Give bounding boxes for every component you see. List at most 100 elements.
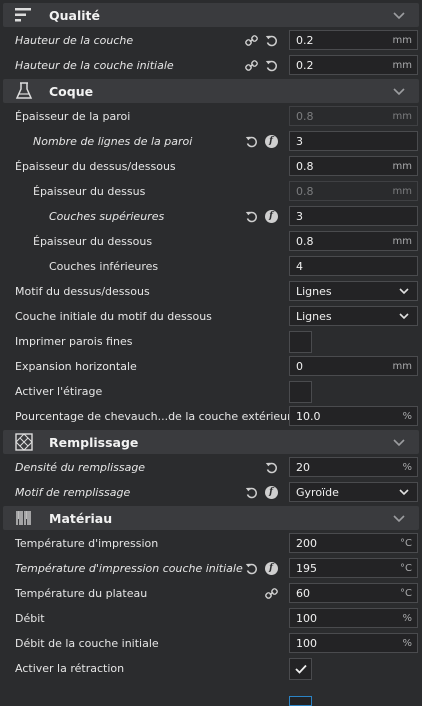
wall-line-count-input[interactable]: 3 [289,131,418,151]
chevron-down-icon[interactable] [391,434,407,450]
field-unit: °C [400,562,412,574]
setting-row-expansion-horizontale: Expansion horizontale 0 mm [0,354,422,379]
function-glyph: f [264,485,278,499]
chevron-down-icon [399,489,409,496]
function-icon[interactable]: f [264,561,278,575]
select-value: Lignes [296,309,332,323]
setting-label: Couches supérieures [49,210,165,223]
field-unit: mm [392,59,412,71]
setting-label: Épaisseur du dessus [33,185,146,198]
field-unit: mm [392,185,412,197]
field-unit: % [402,612,412,624]
section-title: Coque [49,83,94,99]
select-value: Lignes [296,284,332,298]
setting-row-motif-remplissage: Motif de remplissage f Gyroïde [0,480,422,505]
setting-label: Activer l'étirage [15,385,103,398]
reset-icon[interactable] [244,485,258,499]
function-glyph: f [264,134,278,148]
field-unit: mm [392,110,412,122]
setting-label: Épaisseur du dessous [33,235,153,248]
section-qualite[interactable]: Qualité [3,3,419,27]
link-icon[interactable] [244,33,258,47]
setting-row-temperature-plateau: Température du plateau 60 °C [0,581,422,606]
reset-icon[interactable] [244,561,258,575]
function-icon[interactable]: f [264,485,278,499]
setting-row-imprimer-parois-fines: Imprimer parois fines [0,329,422,354]
shell-icon [13,82,35,100]
setting-row-debit-couche-initiale: Débit de la couche initiale 100 % [0,631,422,656]
function-icon[interactable]: f [264,134,278,148]
field-unit: °C [400,537,412,549]
initial-bottom-pattern-select[interactable]: Lignes [289,306,418,326]
reset-icon[interactable] [264,58,278,72]
wall-thickness-input[interactable]: 0.8 mm [289,106,418,126]
thin-walls-checkbox[interactable] [289,331,312,353]
setting-row-debit: Débit 100 % [0,606,422,631]
settings-panel: Qualité Hauteur de la couche 0.2 mm Haut… [0,3,422,706]
field-value: 20 [296,460,310,474]
infill-density-input[interactable]: 20 % [289,457,418,477]
layer-height-input[interactable]: 0.2 mm [289,30,418,50]
field-unit: °C [400,587,412,599]
setting-label: Nombre de lignes de la paroi [33,135,193,148]
field-unit: % [402,410,412,422]
setting-label: Hauteur de la couche [15,34,134,47]
section-title: Matériau [49,510,113,526]
section-materiau[interactable]: Matériau [3,506,419,530]
section-coque[interactable]: Coque [3,79,419,103]
retraction-checkbox[interactable] [289,658,312,680]
section-remplissage[interactable]: Remplissage [3,430,419,454]
initial-print-temperature-input[interactable]: 195 °C [289,558,418,578]
link-icon[interactable] [264,586,278,600]
setting-row-couches-superieures: Couches supérieures f 3 [0,204,422,229]
setting-label: Densité du remplissage [15,461,146,474]
bed-temperature-input[interactable]: 60 °C [289,583,418,603]
setting-row-couches-inferieures: Couches inférieures 4 [0,254,422,279]
setting-row-activer-etirage: Activer l'étirage [0,379,422,404]
top-layers-input[interactable]: 3 [289,206,418,226]
initial-flow-input[interactable]: 100 % [289,633,418,653]
field-value: 3 [296,134,303,148]
infill-icon [13,433,35,451]
setting-row-activer-retraction: Activer la rétraction [0,656,422,681]
ironing-checkbox[interactable] [289,381,312,403]
setting-row-pourcentage-chevauchement: Pourcentage de chevauch...de la couche e… [0,404,422,429]
setting-row-couche-initiale-motif: Couche initiale du motif du dessous Lign… [0,304,422,329]
function-glyph: f [264,561,278,575]
skin-overlap-input[interactable]: 10.0 % [289,406,418,426]
field-value: 0.8 [296,109,314,123]
setting-label: Épaisseur du dessus/dessous [15,160,176,173]
bottom-thickness-input[interactable]: 0.8 mm [289,231,418,251]
field-value: 100 [296,636,317,650]
flow-input[interactable]: 100 % [289,608,418,628]
setting-row-temperature-impression-initiale: Température d'impression couche initiale… [0,556,422,581]
initial-layer-height-input[interactable]: 0.2 mm [289,55,418,75]
top-thickness-input[interactable]: 0.8 mm [289,181,418,201]
select-value: Gyroïde [296,485,339,499]
setting-row-hauteur-couche-initiale: Hauteur de la couche initiale 0.2 mm [0,53,422,78]
chevron-down-icon[interactable] [391,510,407,526]
setting-row-next [0,681,422,706]
reset-icon[interactable] [244,209,258,223]
section-title: Remplissage [49,434,139,450]
chevron-down-icon[interactable] [391,83,407,99]
link-icon[interactable] [244,58,258,72]
function-icon[interactable]: f [264,209,278,223]
bottom-layers-input[interactable]: 4 [289,256,418,276]
infill-pattern-select[interactable]: Gyroïde [289,482,418,502]
reset-icon[interactable] [264,460,278,474]
section-title: Qualité [49,7,100,23]
top-bottom-thickness-input[interactable]: 0.8 mm [289,156,418,176]
field-unit: % [402,461,412,473]
horizontal-expansion-input[interactable]: 0 mm [289,356,418,376]
setting-label: Motif du dessus/dessous [15,285,150,298]
setting-label: Couches inférieures [49,260,159,273]
next-checkbox[interactable] [289,696,312,706]
reset-icon[interactable] [244,134,258,148]
print-temperature-input[interactable]: 200 °C [289,533,418,553]
chevron-down-icon[interactable] [391,7,407,23]
reset-icon[interactable] [264,33,278,47]
field-unit: mm [392,160,412,172]
field-value: 100 [296,611,317,625]
top-bottom-pattern-select[interactable]: Lignes [289,281,418,301]
